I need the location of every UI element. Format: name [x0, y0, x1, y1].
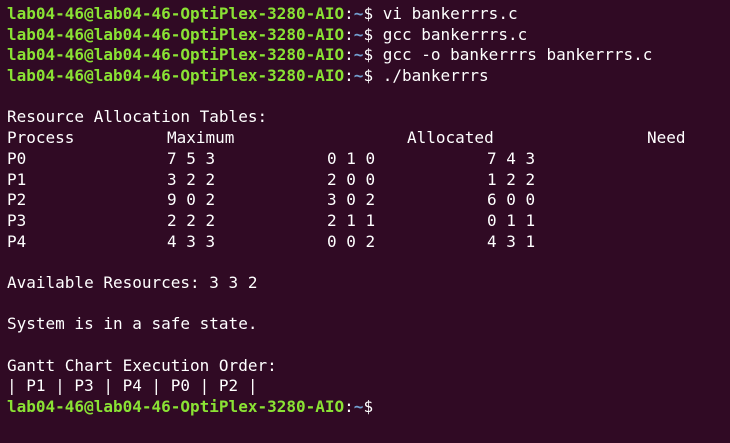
prompt-path: ~ [353, 397, 364, 417]
safe-state-message: System is in a safe state. [7, 314, 258, 334]
prompt-separator: : [344, 397, 354, 417]
prompt-dollar: $ [363, 397, 374, 417]
prompt-separator: : [344, 4, 354, 23]
prompt-user-host: lab04-46@lab04-46-OptiPlex-3280-AIO [7, 397, 345, 417]
command-line: lab04-46@lab04-46-OptiPlex-3280-AIO:~$ g… [7, 45, 730, 66]
prompt-dollar: $ [363, 45, 374, 65]
command-line: lab04-46@lab04-46-OptiPlex-3280-AIO:~$ v… [7, 4, 730, 25]
prompt-separator: : [344, 24, 354, 44]
cell-need: 0 1 1 [487, 210, 536, 230]
cell-allocated: 3 0 2 [327, 190, 376, 210]
table-row: P1 3 2 2 2 0 0 1 2 2 [7, 170, 730, 191]
cell-process: P1 [7, 169, 27, 189]
cell-allocated: 0 1 0 [327, 148, 376, 168]
gantt-title: Gantt Chart Execution Order: [7, 355, 277, 375]
table-row: P4 4 3 3 0 0 2 4 3 1 [7, 232, 730, 253]
cell-allocated: 0 0 2 [327, 231, 376, 251]
command-text: gcc bankerrrs.c [382, 24, 528, 44]
prompt-user-host: lab04-46@lab04-46-OptiPlex-3280-AIO [7, 4, 345, 23]
prompt-path: ~ [353, 66, 364, 86]
cell-process: P3 [7, 210, 27, 230]
prompt-user-host: lab04-46@lab04-46-OptiPlex-3280-AIO [7, 45, 345, 65]
prompt-separator: : [344, 45, 354, 65]
table-row: P3 2 2 2 2 1 1 0 1 1 [7, 211, 730, 232]
prompt-dollar: $ [363, 4, 374, 23]
command-line: lab04-46@lab04-46-OptiPlex-3280-AIO:~$ g… [7, 25, 730, 46]
terminal-window[interactable]: lab04-46@lab04-46-OptiPlex-3280-AIO:~$ v… [0, 0, 730, 443]
available-resources: Available Resources: 3 3 2 [7, 272, 258, 292]
cell-need: 6 0 0 [487, 190, 536, 210]
prompt-user-host: lab04-46@lab04-46-OptiPlex-3280-AIO [7, 66, 345, 86]
prompt-user-host: lab04-46@lab04-46-OptiPlex-3280-AIO [7, 24, 345, 44]
header-allocated: Allocated [407, 128, 494, 148]
cell-maximum: 9 0 2 [167, 190, 216, 210]
cell-maximum: 3 2 2 [167, 169, 216, 189]
prompt-path: ~ [353, 24, 364, 44]
gantt-chart: | P1 | P3 | P4 | P0 | P2 | [7, 376, 258, 396]
table-row: P2 9 0 2 3 0 2 6 0 0 [7, 190, 730, 211]
cell-allocated: 2 0 0 [327, 169, 376, 189]
cell-need: 4 3 1 [487, 231, 536, 251]
command-text: ./bankerrrs [382, 66, 489, 86]
cell-need: 1 2 2 [487, 169, 536, 189]
cell-maximum: 7 5 3 [167, 148, 216, 168]
cell-process: P2 [7, 190, 27, 210]
table-header-row: Process Maximum Allocated Need [7, 128, 730, 149]
cell-process: P0 [7, 148, 27, 168]
cell-process: P4 [7, 231, 27, 251]
cell-need: 7 4 3 [487, 148, 536, 168]
header-maximum: Maximum [167, 128, 235, 148]
command-text: gcc -o bankerrrs bankerrrs.c [382, 45, 653, 65]
cell-maximum: 2 2 2 [167, 210, 216, 230]
table-row: P0 7 5 3 0 1 0 7 4 3 [7, 149, 730, 170]
prompt-path: ~ [353, 45, 364, 65]
command-text: vi bankerrrs.c [382, 4, 518, 23]
output-title: Resource Allocation Tables: [7, 107, 268, 127]
active-prompt-line[interactable]: lab04-46@lab04-46-OptiPlex-3280-AIO:~$ [7, 397, 730, 418]
prompt-path: ~ [353, 4, 364, 23]
cell-maximum: 4 3 3 [167, 231, 216, 251]
header-process: Process [7, 128, 75, 148]
header-need: Need [647, 128, 686, 148]
prompt-dollar: $ [363, 24, 374, 44]
command-line: lab04-46@lab04-46-OptiPlex-3280-AIO:~$ .… [7, 66, 730, 87]
prompt-separator: : [344, 66, 354, 86]
prompt-dollar: $ [363, 66, 374, 86]
cell-allocated: 2 1 1 [327, 210, 376, 230]
